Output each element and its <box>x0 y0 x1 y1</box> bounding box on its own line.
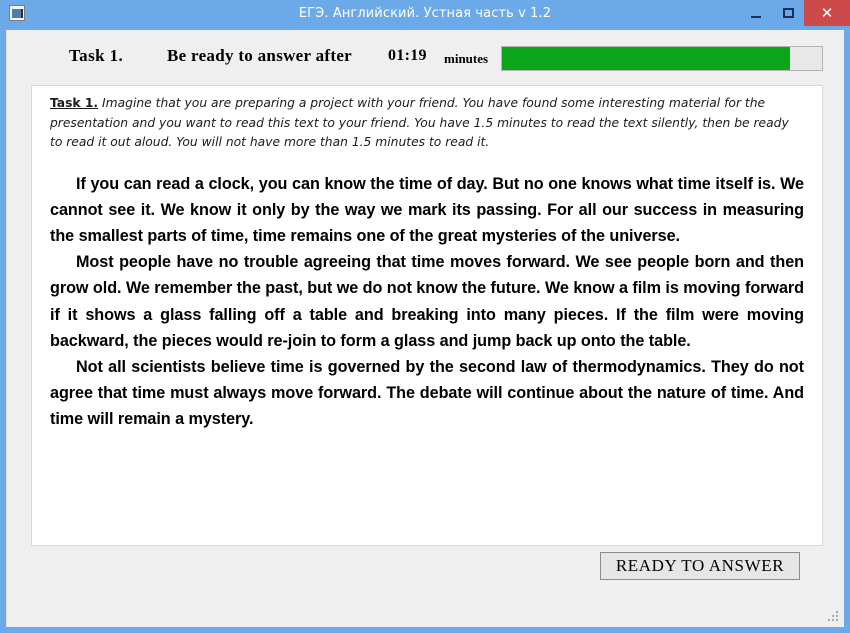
window-controls: ✕ <box>740 0 850 26</box>
countdown-timer: 01:19 <box>388 47 427 64</box>
resize-grip-icon[interactable] <box>827 610 840 623</box>
status-toolbar: Task 1. Be ready to answer after 01:19 m… <box>7 30 845 85</box>
client-area: Task 1. Be ready to answer after 01:19 m… <box>6 30 844 627</box>
application-window: ЕГЭ. Английский. Устная часть v 1.2 ✕ Ta… <box>0 0 850 633</box>
task-instruction: Task 1. Imagine that you are preparing a… <box>50 94 804 153</box>
window-title: ЕГЭ. Английский. Устная часть v 1.2 <box>298 5 552 21</box>
ready-prompt-label: Be ready to answer after <box>167 46 353 65</box>
maximize-button[interactable] <box>772 0 804 26</box>
task-number-label: Task 1. <box>69 46 124 65</box>
timer-units-label: minutes <box>444 51 489 66</box>
countdown-progress-fill <box>502 47 790 70</box>
passage-paragraph: Most people have no trouble agreeing tha… <box>50 253 804 350</box>
task-instruction-lead: Task 1. <box>50 96 99 110</box>
passage-paragraph: If you can read a clock, you can know th… <box>50 174 804 245</box>
reading-passage: If you can read a clock, you can know th… <box>50 153 804 433</box>
close-button[interactable]: ✕ <box>804 0 850 26</box>
task-instruction-body: Imagine that you are preparing a project… <box>50 96 789 149</box>
application-window-icon <box>9 5 25 21</box>
countdown-progress-bar <box>501 46 823 71</box>
reading-text-panel: Task 1. Imagine that you are preparing a… <box>31 85 823 546</box>
minimize-button[interactable] <box>740 0 772 26</box>
ready-to-answer-button[interactable]: READY TO ANSWER <box>600 552 800 580</box>
passage-paragraph: Not all scientists believe time is gover… <box>50 357 804 429</box>
title-bar[interactable]: ЕГЭ. Английский. Устная часть v 1.2 ✕ <box>0 0 850 26</box>
